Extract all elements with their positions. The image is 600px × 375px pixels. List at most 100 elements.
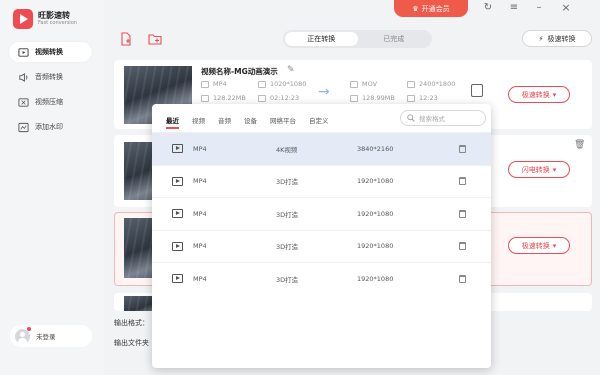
edit-icon[interactable]: ✎: [287, 65, 295, 75]
format-resolution: 1920*1080: [357, 209, 394, 218]
sidebar-item-label: 视频转换: [35, 48, 63, 56]
add-folder-icon[interactable]: [148, 32, 162, 46]
format-resolution: 1920*1080: [357, 242, 394, 251]
source-format-value: MP4: [213, 80, 227, 88]
tab-video[interactable]: 视频: [192, 115, 205, 129]
format-row[interactable]: MP4 3D打造 1920*1080: [152, 197, 491, 230]
app-title: 旺影速转: [38, 11, 70, 20]
source-format: MP4: [201, 80, 227, 88]
refresh-icon[interactable]: ↻: [482, 2, 494, 14]
format-list: MP4 4K视频 3840*2160 MP4 3D打造 1920*1080 MP…: [152, 132, 491, 295]
output-settings-icon[interactable]: [471, 84, 483, 97]
target-size-value: 128.99MB: [362, 94, 395, 102]
format-quality: 3D打造: [276, 243, 299, 252]
delete-icon[interactable]: [459, 209, 466, 218]
source-duration: 02:12:23: [258, 94, 299, 102]
add-file-icon[interactable]: [119, 32, 133, 46]
format-resolution: 1920*1080: [357, 274, 394, 283]
search-placeholder: 搜索格式: [419, 115, 445, 123]
source-resolution: 1020*1080: [258, 80, 306, 88]
format-icon: [350, 80, 358, 88]
sidebar-item-video-convert[interactable]: 视频转换: [9, 42, 92, 62]
sidebar-item-label: 视频压缩: [35, 98, 63, 106]
delete-icon[interactable]: [459, 242, 466, 251]
menu-icon[interactable]: ≡: [508, 2, 520, 14]
arrow-right-icon: →: [318, 84, 330, 100]
app-logo: 旺影速转 Fast conversion: [13, 9, 77, 29]
tab-recent[interactable]: 最近: [166, 115, 179, 129]
video-format-icon: [172, 176, 183, 186]
vip-button[interactable]: ♛ 开通会员: [394, 0, 468, 17]
turbo-convert-toggle[interactable]: ⚡ 极速转换: [522, 30, 592, 47]
watermark-icon: [18, 122, 29, 132]
video-format-icon: [172, 209, 183, 219]
sidebar-nav: 视频转换 音频转换 视频压缩 添加水印: [9, 42, 92, 142]
format-row-selected[interactable]: MP4 4K视频 3840*2160: [152, 132, 491, 165]
close-icon[interactable]: ×: [560, 2, 572, 14]
trash-icon[interactable]: 🗑: [574, 140, 585, 150]
format-resolution: 1920*1080: [357, 177, 394, 186]
format-name: MP4: [193, 274, 207, 283]
format-row[interactable]: MP4 3D打造 1920*1080: [152, 164, 491, 198]
source-size-value: 128.22MB: [213, 94, 246, 102]
target-format: MOV: [350, 80, 377, 88]
format-quality: 4K视频: [276, 145, 298, 154]
sidebar-item-label: 音频转换: [35, 73, 63, 81]
source-resolution-value: 1020*1080: [270, 80, 307, 88]
format-quality: 3D打造: [276, 210, 299, 219]
user-status-label: 未登录: [36, 333, 56, 341]
sidebar-item-label: 添加水印: [35, 123, 63, 131]
convert-button[interactable]: 闪电转换 ▾: [508, 161, 570, 178]
output-folder-label: 输出文件夹: [114, 339, 149, 347]
chevron-down-icon: ▾: [552, 90, 557, 99]
size-icon: [350, 94, 358, 102]
video-convert-icon: [18, 47, 29, 57]
format-quality: 3D打造: [276, 178, 299, 187]
vip-label: 开通会员: [421, 4, 450, 13]
convert-label: 极速转换: [521, 90, 550, 99]
format-quality: 3D打造: [276, 275, 299, 284]
size-icon: [201, 94, 209, 102]
target-size: 128.99MB: [350, 94, 395, 102]
lightning-icon: ⚡: [538, 34, 544, 43]
sidebar-item-video-compress[interactable]: 视频压缩: [9, 92, 92, 112]
format-row[interactable]: MP4 3D打造 1920*1080: [152, 262, 491, 295]
crown-icon: ♛: [412, 4, 419, 13]
sidebar-item-audio-convert[interactable]: 音频转换: [9, 67, 92, 87]
audio-convert-icon: [19, 72, 28, 82]
format-resolution: 3840*2160: [357, 144, 394, 153]
delete-icon[interactable]: [459, 144, 466, 153]
logo-icon: [13, 9, 33, 29]
format-category-tabs: 最近 视频 音频 设备 网络平台 自定义: [166, 115, 329, 129]
minimize-icon[interactable]: –: [533, 2, 545, 14]
tab-device[interactable]: 设备: [244, 115, 257, 129]
format-icon: [201, 80, 209, 88]
user-login-button[interactable]: 未登录: [10, 325, 92, 347]
tab-completed[interactable]: 已完成: [358, 32, 431, 46]
video-format-icon: [172, 144, 183, 154]
delete-icon[interactable]: [459, 274, 466, 283]
clock-icon: [407, 94, 415, 102]
target-duration-value: 12:23: [419, 94, 438, 102]
output-format-label: 输出格式：: [114, 319, 149, 327]
tab-converting[interactable]: 正在转换: [285, 32, 358, 46]
convert-label: 极速转换: [521, 241, 550, 250]
video-format-icon: [172, 274, 183, 284]
tab-audio[interactable]: 音频: [218, 115, 231, 129]
convert-button[interactable]: 极速转换 ▾: [508, 86, 570, 103]
format-picker-popup: 最近 视频 音频 设备 网络平台 自定义 搜索格式 MP4 4K视频 3840*…: [152, 104, 491, 368]
sidebar-item-watermark[interactable]: 添加水印: [9, 117, 92, 137]
video-format-icon: [172, 241, 183, 251]
target-duration: 12:23: [407, 94, 438, 102]
format-name: MP4: [193, 177, 207, 186]
format-search-input[interactable]: 搜索格式: [400, 110, 486, 126]
format-row[interactable]: MP4 3D打造 1920*1080: [152, 229, 491, 263]
source-duration-value: 02:12:23: [270, 94, 300, 102]
source-size: 128.22MB: [201, 94, 246, 102]
file-name: 视频名称-MG动画演示: [201, 67, 278, 76]
tab-custom[interactable]: 自定义: [309, 115, 329, 129]
notification-dot: [27, 327, 31, 331]
tab-web-platform[interactable]: 网络平台: [270, 115, 296, 129]
delete-icon[interactable]: [459, 177, 466, 186]
convert-button[interactable]: 极速转换 ▾: [508, 237, 570, 254]
